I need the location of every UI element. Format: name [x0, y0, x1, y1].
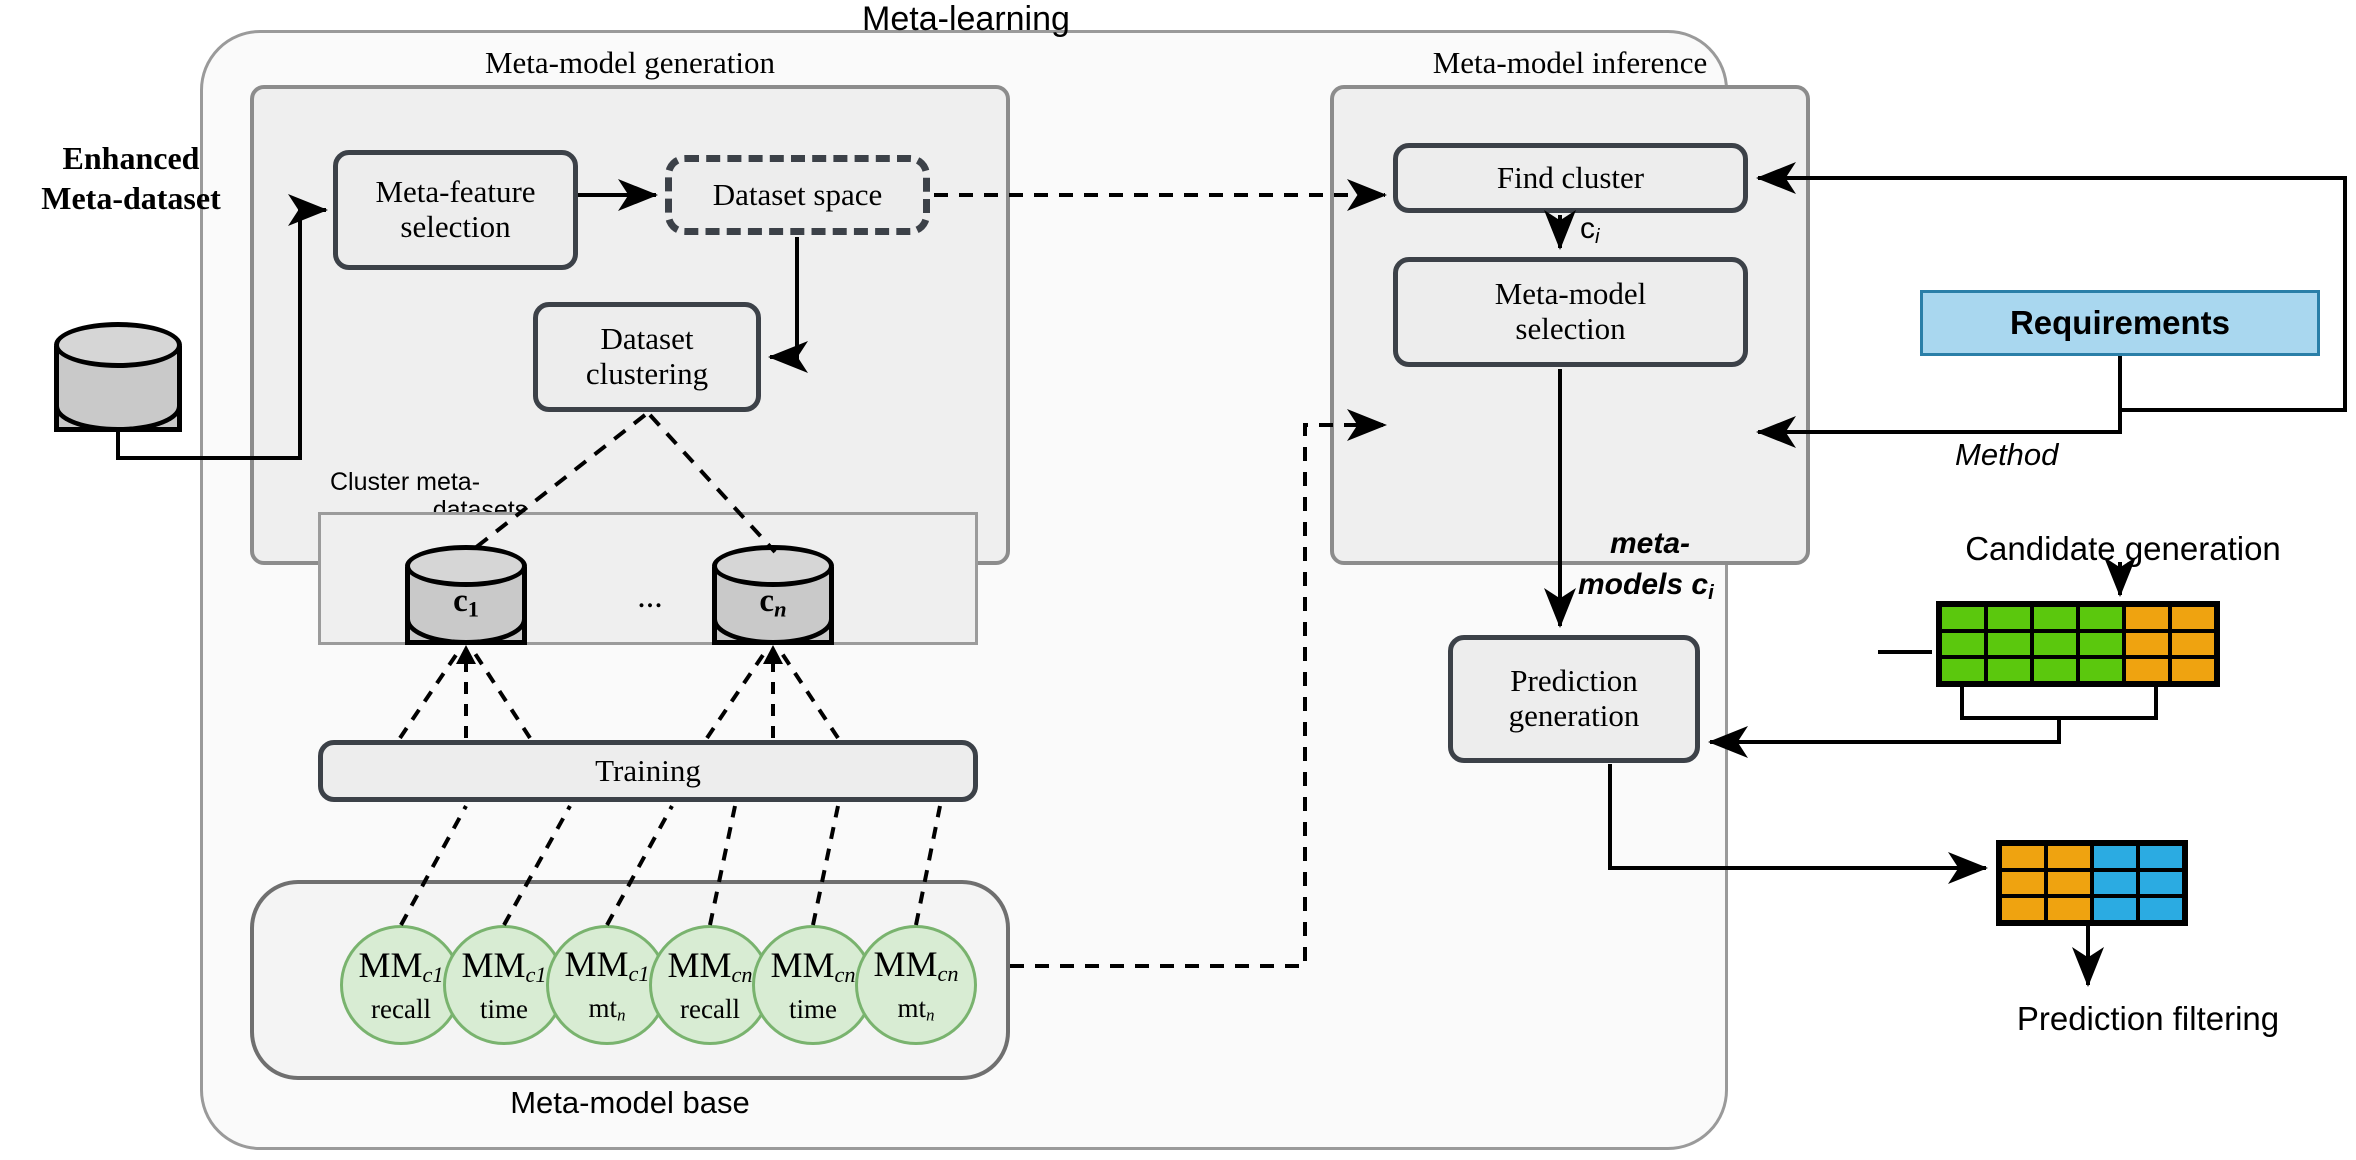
prediction-generation-label: Prediction generation: [1508, 663, 1640, 733]
find-cluster-box[interactable]: Find cluster: [1393, 143, 1748, 213]
matrix-cell: [2046, 844, 2092, 870]
matrix-cell: [2138, 844, 2184, 870]
matrix-cell: [1940, 631, 1986, 657]
source-label-line2: Meta-dataset: [41, 180, 221, 216]
source-label-line1: Enhanced: [62, 140, 200, 176]
training-box[interactable]: Training: [318, 740, 978, 802]
matrix-cell: [2078, 631, 2124, 657]
matrix-cell: [1940, 605, 1986, 631]
matrix-cell: [1940, 657, 1986, 683]
matrix-cell: [2138, 870, 2184, 896]
method-edge-label: Method: [1955, 437, 2059, 472]
mm-label: MMcn: [873, 943, 959, 986]
enhanced-meta-dataset-cylinder: [54, 322, 182, 432]
matrix-cell: [2170, 605, 2216, 631]
dataset-clustering-label: Dataset clustering: [585, 321, 709, 391]
cluster-cn-sub: n: [774, 596, 787, 622]
diagram-canvas: Meta-learning Enhanced Meta-dataset Meta…: [0, 0, 2356, 1160]
cluster-cylinder-c1: c1: [405, 545, 527, 645]
matrix-cell: [2000, 844, 2046, 870]
candidate-generation-label: Candidate generation: [1965, 530, 2281, 567]
mm-metric: recall: [371, 994, 431, 1025]
matrix-cell: [2032, 631, 2078, 657]
cluster-c1-base: c: [453, 583, 468, 619]
page-title: Meta-learning: [862, 0, 1070, 38]
matrix-cell: [2000, 896, 2046, 922]
prediction-matrix: [1996, 840, 2188, 926]
cluster-caption-line1: Cluster meta-: [330, 468, 481, 496]
dataset-space-box[interactable]: Dataset space: [665, 155, 930, 235]
mm-metric: mtn: [897, 992, 935, 1025]
cluster-cylinder-cn: cn: [712, 545, 834, 645]
cluster-cylinder-label: cn: [712, 583, 834, 623]
matrix-cell: [1986, 631, 2032, 657]
find-cluster-label: Find cluster: [1496, 159, 1645, 195]
matrix-cell: [1986, 605, 2032, 631]
matrix-cell: [2000, 870, 2046, 896]
meta-model-selection-box[interactable]: Meta-model selection: [1393, 257, 1748, 367]
matrix-cell: [2032, 657, 2078, 683]
edge-candidate-bracket: [1960, 684, 2158, 720]
mm-label: MMc1: [358, 944, 444, 987]
inference-panel-title: Meta-model inference: [1432, 45, 1708, 80]
mm-label: MMcn: [770, 944, 856, 987]
matrix-cell: [2092, 896, 2138, 922]
meta-feature-selection-box[interactable]: Meta-feature selection: [333, 150, 578, 270]
prediction-filtering-label: Prediction filtering: [2016, 1000, 2280, 1037]
matrix-cell: [1986, 657, 2032, 683]
matrix-cell: [2124, 605, 2170, 631]
mm-metric: time: [789, 994, 837, 1025]
matrix-cell: [2092, 870, 2138, 896]
edge-requirements-to-selection: [1756, 356, 2122, 448]
meta-models-edge-label-line1: meta-: [1610, 527, 1691, 560]
generation-panel-title: Meta-model generation: [484, 45, 776, 80]
meta-model-base-caption: Meta-model base: [510, 1085, 750, 1120]
requirements-box[interactable]: Requirements: [1920, 290, 2320, 356]
edge-candidate-to-prediction: [1708, 718, 2061, 758]
matrix-cell: [2046, 870, 2092, 896]
cluster-cn-base: c: [759, 583, 775, 619]
matrix-cell: [2138, 896, 2184, 922]
meta-model-cn-mtn[interactable]: MMcn mtn: [855, 925, 977, 1045]
mm-label: MMc1: [564, 943, 650, 986]
cylinder-top: [54, 322, 182, 368]
matrix-cell: [2078, 605, 2124, 631]
matrix-cell: [2046, 896, 2092, 922]
cluster-c1-sub: 1: [467, 596, 479, 622]
cylinder-top: [712, 545, 834, 587]
meta-feature-selection-label: Meta-feature selection: [375, 174, 536, 244]
cluster-id-edge-label: ci: [1580, 212, 1600, 249]
mm-metric: mtn: [588, 992, 626, 1025]
requirements-label: Requirements: [2009, 304, 2231, 341]
training-label: Training: [595, 752, 701, 788]
matrix-cell: [2124, 657, 2170, 683]
matrix-cell: [2078, 657, 2124, 683]
mm-metric: time: [480, 994, 528, 1025]
mm-metric: recall: [680, 994, 740, 1025]
meta-models-edge-label-line2: models ci: [1578, 568, 1714, 605]
cylinder-top: [405, 545, 527, 587]
candidate-matrix: [1936, 601, 2220, 687]
dataset-clustering-box[interactable]: Dataset clustering: [533, 302, 761, 412]
matrix-cell: [2124, 631, 2170, 657]
prediction-generation-box[interactable]: Prediction generation: [1448, 635, 1700, 763]
matrix-cell: [2170, 631, 2216, 657]
cluster-cylinder-label: c1: [405, 583, 527, 623]
meta-model-selection-label: Meta-model selection: [1494, 276, 1647, 346]
mm-label: MMc1: [461, 944, 547, 987]
dataset-space-label: Dataset space: [712, 176, 883, 212]
matrix-cell: [2170, 657, 2216, 683]
matrix-cell: [2032, 605, 2078, 631]
mm-label: MMcn: [667, 944, 753, 987]
matrix-cell: [2092, 844, 2138, 870]
cluster-ellipsis: ...: [637, 578, 663, 615]
